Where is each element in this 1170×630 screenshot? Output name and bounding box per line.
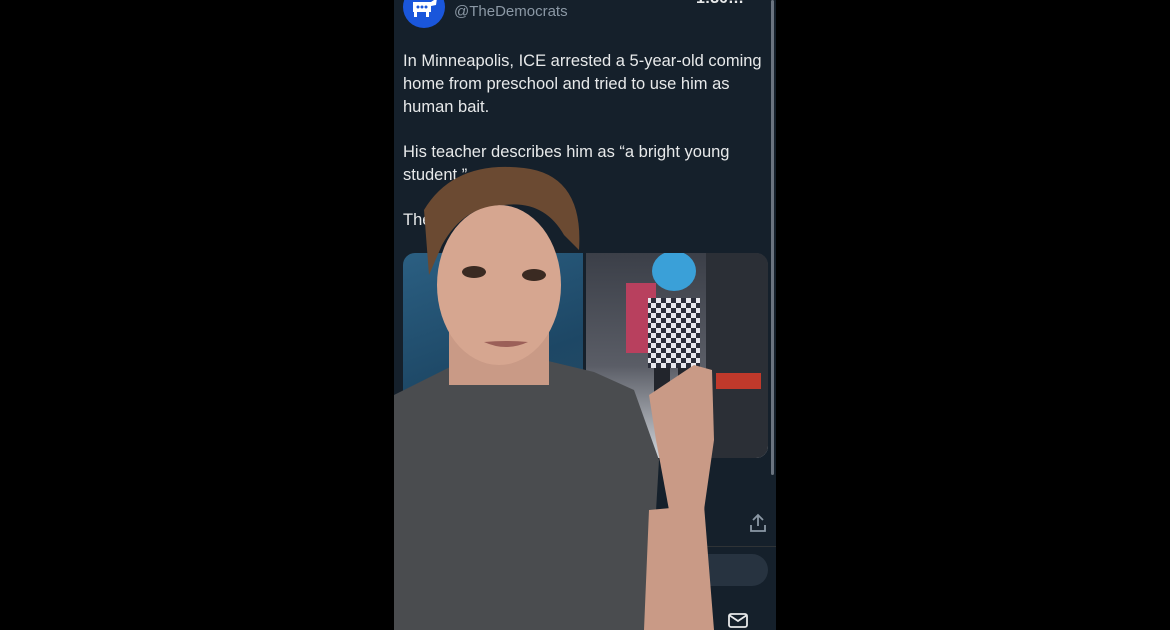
media-image-right[interactable] [586,253,768,458]
share-icon[interactable] [748,513,768,533]
donkey-logo-icon [413,0,437,17]
profile-avatar[interactable] [403,0,445,28]
divider [394,546,776,547]
reply-input[interactable] [616,554,768,586]
tweet-time: 1:30… [696,0,744,8]
tweet-paragraph-1: In Minneapolis, ICE arrested a 5-year-ol… [403,52,762,116]
media-image-left[interactable] [403,253,583,458]
child-photo-illustration [626,253,768,458]
mail-icon[interactable] [727,609,749,630]
tweet-paragraph-2: His teacher describes him as “a bright y… [403,143,730,184]
tweet-paragraph-3: The ck. [403,211,458,229]
tweet-handle[interactable]: @TheDemocrats [454,3,568,20]
phone-screen: @TheDemocrats 1:30… In Minneapolis, ICE … [394,0,776,630]
tweet-media[interactable] [403,253,768,458]
tweet-text: In Minneapolis, ICE arrested a 5-year-ol… [403,50,771,254]
notification-badge: 12 [665,603,687,619]
scrollbar[interactable] [771,0,774,475]
